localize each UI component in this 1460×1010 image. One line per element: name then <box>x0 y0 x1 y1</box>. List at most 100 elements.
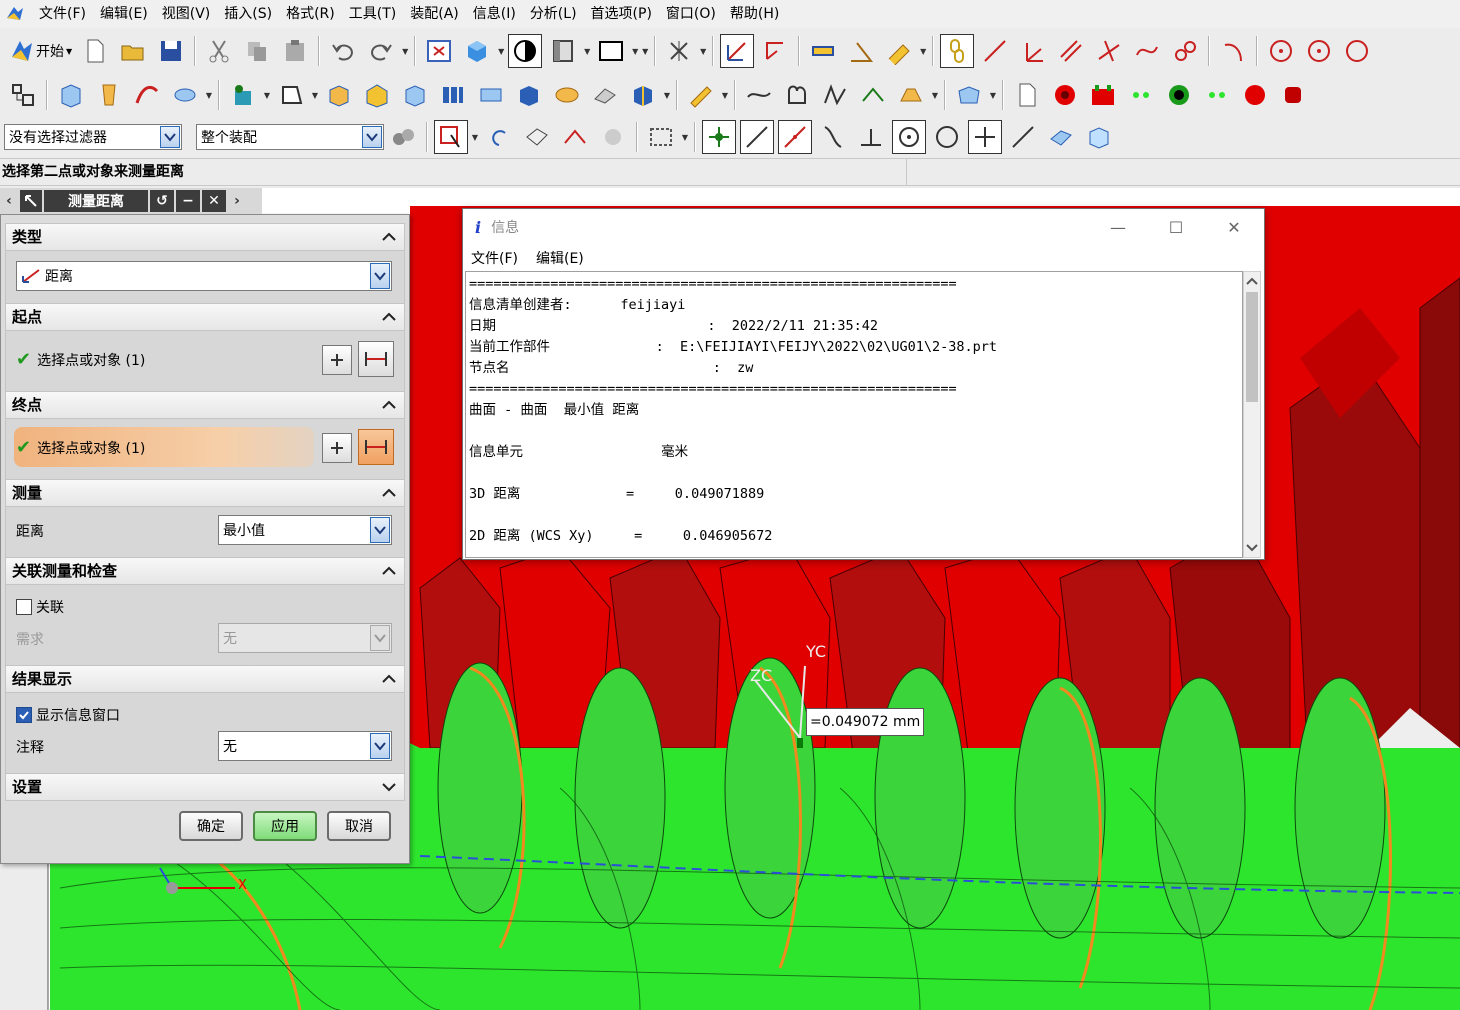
spline-icon[interactable] <box>1130 34 1164 68</box>
analysis-surface-icon[interactable] <box>894 78 928 112</box>
background-icon[interactable] <box>594 34 628 68</box>
menu-information[interactable]: 信息(I) <box>466 0 523 28</box>
assembly-scope-select[interactable]: 整个装配 <box>196 124 384 150</box>
fillet-curve-icon[interactable] <box>1168 34 1202 68</box>
snap-mid-point-icon[interactable] <box>740 120 774 154</box>
start-point-selector[interactable]: ✔ 选择点或对象 (1) <box>16 349 145 370</box>
new-file-icon[interactable] <box>78 34 112 68</box>
show-info-window-checkbox[interactable]: 显示信息窗口 <box>16 705 120 725</box>
maximize-icon[interactable]: ☐ <box>1147 209 1205 245</box>
snap-tangent-icon[interactable] <box>816 120 850 154</box>
snap-arc-center-icon[interactable] <box>892 120 926 154</box>
sketch-icon[interactable] <box>274 78 308 112</box>
revolve-icon[interactable] <box>92 78 126 112</box>
measure-body-icon[interactable] <box>882 34 916 68</box>
scrollbar-thumb[interactable] <box>1246 292 1258 402</box>
green-dots-icon[interactable] <box>1124 78 1158 112</box>
measure-distance-icon[interactable] <box>806 34 840 68</box>
menu-edit[interactable]: 编辑(E) <box>93 0 155 28</box>
red-rack-icon[interactable] <box>1086 78 1120 112</box>
apply-button[interactable]: 应用 <box>253 811 317 841</box>
edge-blend-icon[interactable] <box>550 78 584 112</box>
measure-type-select[interactable]: 距离 <box>16 261 392 291</box>
cancel-button[interactable]: 取消 <box>327 811 391 841</box>
surface-icon[interactable] <box>952 78 986 112</box>
section-measure-header[interactable]: 测量 <box>5 479 405 507</box>
section-result-header[interactable]: 结果显示 <box>5 665 405 693</box>
trim-body-icon[interactable] <box>626 78 660 112</box>
select-icon[interactable] <box>434 120 468 154</box>
snap-bounded-grid-icon[interactable] <box>1082 120 1116 154</box>
point-constructor-icon[interactable] <box>758 34 792 68</box>
select-component-icon[interactable] <box>596 120 630 154</box>
select-feature-icon[interactable] <box>558 120 592 154</box>
end-object-button[interactable] <box>358 429 394 465</box>
associative-checkbox[interactable]: 关联 <box>16 597 64 617</box>
start-object-button[interactable] <box>358 341 394 377</box>
redo-icon[interactable] <box>364 34 398 68</box>
snap-end-point-icon[interactable] <box>702 120 736 154</box>
perpendicular-line-icon[interactable] <box>1092 34 1126 68</box>
point-feature-icon[interactable] <box>226 78 260 112</box>
fit-view-icon[interactable] <box>422 34 456 68</box>
arc-icon[interactable] <box>1216 34 1250 68</box>
section-view-icon[interactable] <box>546 34 580 68</box>
chevron-down-icon[interactable] <box>1244 541 1260 555</box>
chevron-left-icon[interactable]: ‹ <box>0 190 18 212</box>
render-style-icon[interactable] <box>508 34 543 68</box>
paste-icon[interactable] <box>278 34 312 68</box>
save-icon[interactable] <box>154 34 188 68</box>
select-body-icon[interactable] <box>520 120 554 154</box>
chain-select-icon[interactable] <box>940 34 975 68</box>
section-end-header[interactable]: 终点 <box>5 391 405 419</box>
menu-preferences[interactable]: 首选项(P) <box>584 0 659 28</box>
red-gear-icon[interactable] <box>1048 78 1082 112</box>
line-icon[interactable] <box>978 34 1012 68</box>
annotation-select[interactable]: 无 <box>218 731 392 761</box>
assembly-navigator-icon[interactable] <box>6 78 40 112</box>
measure-tool-icon[interactable] <box>684 78 718 112</box>
shaded-view-icon[interactable] <box>460 34 494 68</box>
green-dots-2-icon[interactable] <box>1200 78 1234 112</box>
project-curve-icon[interactable] <box>856 78 890 112</box>
selection-filter-select[interactable]: 没有选择过滤器 <box>4 124 182 150</box>
circle-three-point-icon[interactable] <box>1340 34 1374 68</box>
block-icon[interactable] <box>322 78 356 112</box>
info-text-area[interactable]: ========================================… <box>465 271 1243 558</box>
ok-button[interactable]: 确定 <box>179 811 243 841</box>
info-scrollbar[interactable] <box>1243 271 1261 558</box>
point-constructor-button[interactable] <box>322 433 352 463</box>
snap-point-on-curve-icon[interactable] <box>1006 120 1040 154</box>
shell-icon[interactable] <box>398 78 432 112</box>
red-cylinder-icon[interactable] <box>1276 78 1310 112</box>
minimize-icon[interactable]: — <box>1089 209 1147 245</box>
chevron-right-icon[interactable]: › <box>228 190 246 212</box>
open-folder-icon[interactable] <box>116 34 150 68</box>
menu-help[interactable]: 帮助(H) <box>723 0 786 28</box>
tube-icon[interactable] <box>168 78 202 112</box>
snap-point-icon[interactable] <box>720 34 755 68</box>
menu-tools[interactable]: 工具(T) <box>342 0 403 28</box>
measure-angle-icon[interactable] <box>844 34 878 68</box>
menu-format[interactable]: 格式(R) <box>279 0 342 28</box>
close-icon[interactable]: ✕ <box>202 190 226 212</box>
info-menu-edit[interactable]: 编辑(E) <box>536 248 584 268</box>
section-start-header[interactable]: 起点 <box>5 303 405 331</box>
section-type-header[interactable]: 类型 <box>5 223 405 251</box>
distance-mode-select[interactable]: 最小值 <box>218 515 392 545</box>
menu-file[interactable]: 文件(F) <box>32 0 93 28</box>
sweep-icon[interactable] <box>130 78 164 112</box>
pattern-icon[interactable] <box>436 78 470 112</box>
circle-center-icon[interactable] <box>1264 34 1298 68</box>
selection-settings-icon[interactable] <box>386 120 420 154</box>
snap-perpendicular-icon[interactable] <box>854 120 888 154</box>
combined-curve-icon[interactable] <box>818 78 852 112</box>
red-gear-2-icon[interactable] <box>1238 78 1272 112</box>
snap-control-point-icon[interactable] <box>778 120 812 154</box>
start-button[interactable]: 开始 ▼ <box>4 34 76 68</box>
info-menu-file[interactable]: 文件(F) <box>471 248 518 268</box>
end-point-selector[interactable]: ✔ 选择点或对象 (1) <box>16 437 145 458</box>
reset-icon[interactable]: ↺ <box>150 190 174 212</box>
circle-icon[interactable] <box>1302 34 1336 68</box>
close-icon[interactable]: ✕ <box>1205 209 1263 245</box>
